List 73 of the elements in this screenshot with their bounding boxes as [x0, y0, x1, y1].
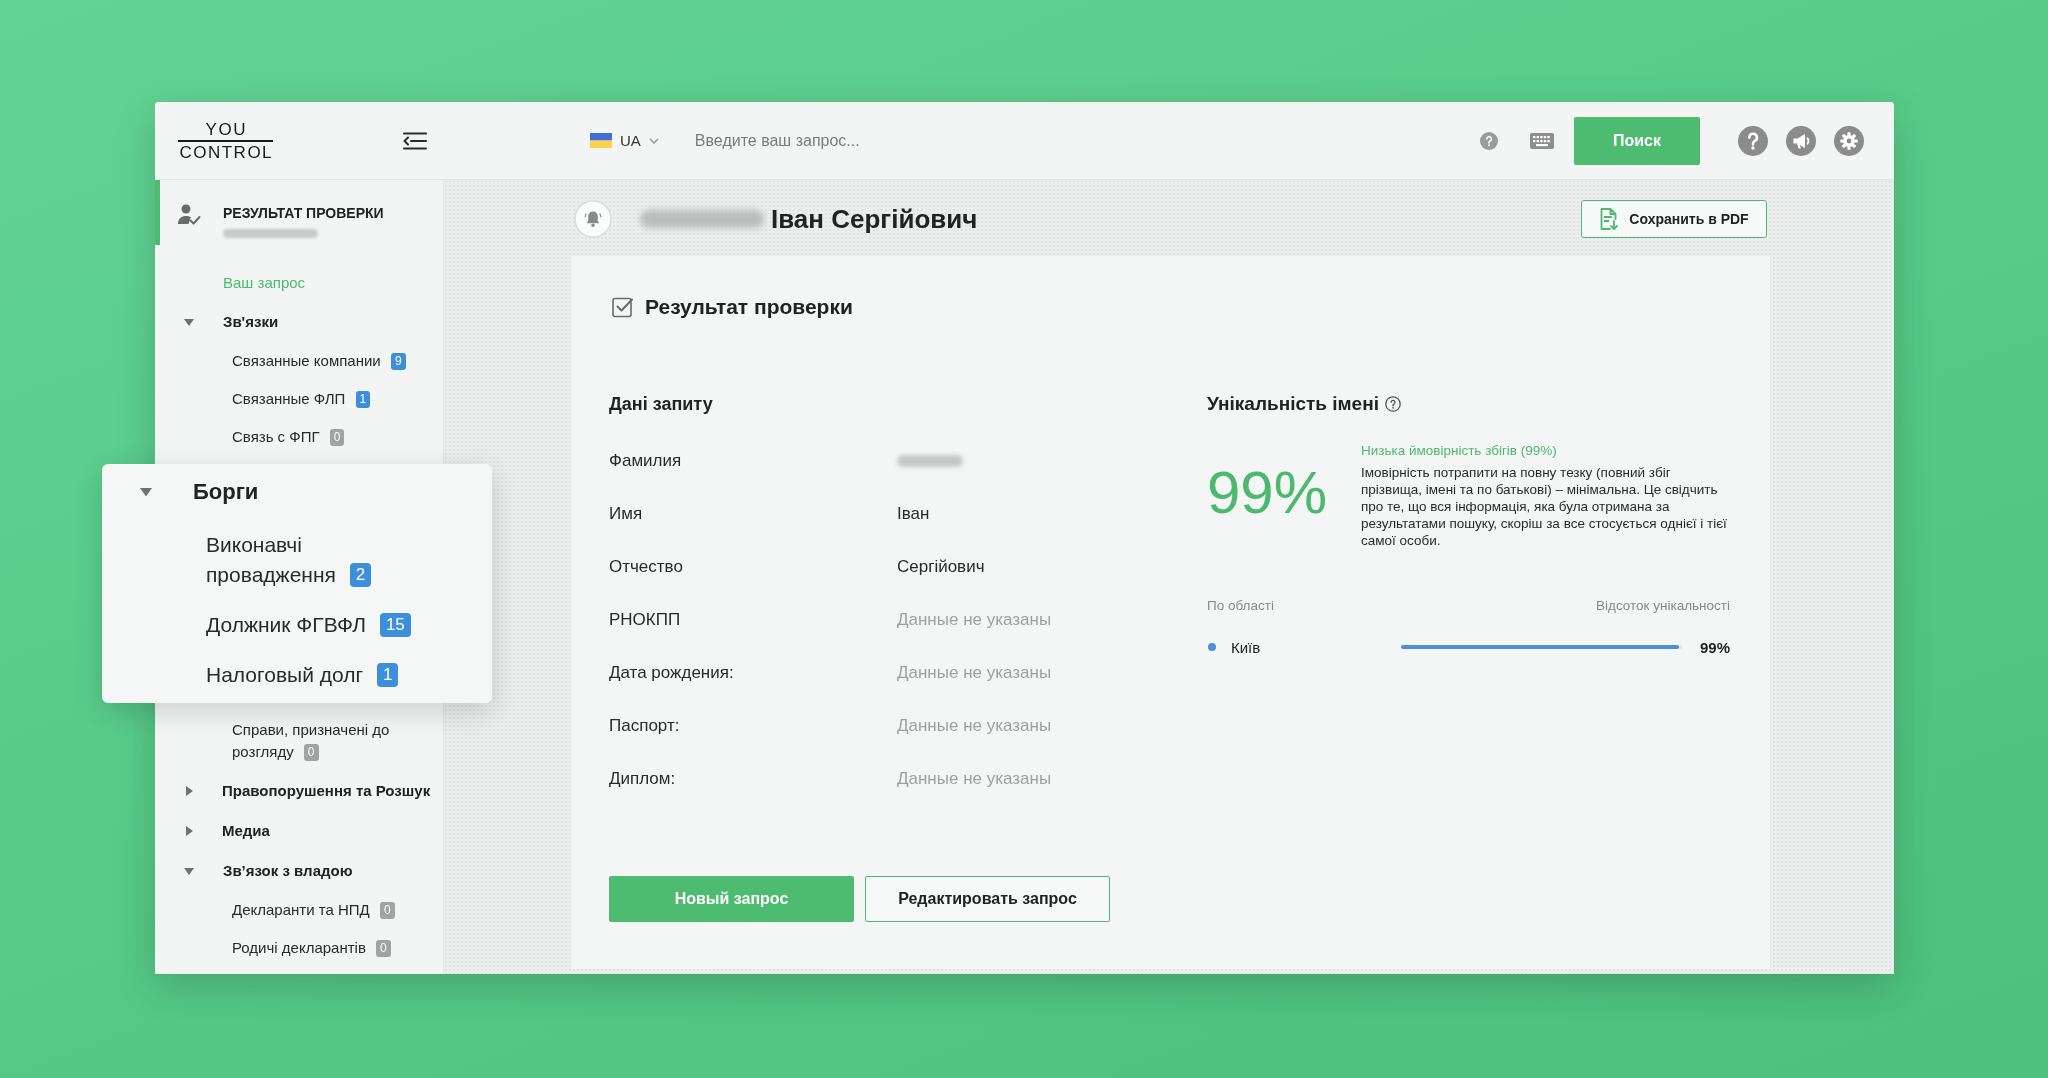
menu-icon[interactable]	[403, 131, 427, 150]
field-label: Дата рождения:	[609, 662, 734, 683]
field-value: Данные не указаны	[897, 715, 1052, 736]
sidebar-item[interactable]: Справи, призначені до розгляду 0	[232, 719, 427, 763]
language-select[interactable]: UA	[590, 132, 659, 149]
save-pdf-button[interactable]: Сохранить в PDF	[1581, 200, 1767, 238]
column-header: По області	[1207, 597, 1274, 615]
region-name: Київ	[1231, 638, 1261, 656]
person-name: Іван Сергійович	[771, 203, 978, 235]
verdict-text: Низька ймовірність збігів (99%)	[1361, 442, 1557, 460]
sidebar-group[interactable]: Правопорушення та Розшук	[222, 781, 431, 801]
checkbox-icon	[612, 296, 634, 318]
bell-icon[interactable]	[574, 200, 612, 238]
dot-icon	[1208, 643, 1216, 651]
sidebar-group[interactable]: Медиа	[222, 821, 270, 841]
sidebar-item[interactable]: Связанные ФЛП 1	[232, 388, 371, 410]
sidebar-item[interactable]: Связь с ФПГ 0	[232, 426, 345, 448]
count-badge: 15	[379, 613, 411, 637]
help-icon[interactable]	[1738, 125, 1768, 156]
field-label: РНОКПП	[609, 609, 681, 630]
field-value: Іван	[897, 503, 930, 524]
section-title: Дані запиту	[609, 394, 713, 414]
field-label: Паспорт:	[609, 715, 680, 736]
help-icon[interactable]	[1384, 396, 1401, 412]
description-text: Імовірність потрапити на повну тезку (повний збіг прізвища, імені та по батькові) – мінімальна. Це свідчить про те, що вся інформація, яка була отримана за результатами пошуку, скоріш за все стосується однієї і тієї самої особи.	[1361, 464, 1728, 549]
document-download-icon	[1599, 207, 1620, 231]
caret-down-icon[interactable]	[140, 487, 152, 497]
caret-down-icon[interactable]	[184, 867, 194, 875]
field-value: Данные не указаны	[897, 609, 1052, 630]
section-title: Унікальність імені	[1207, 393, 1379, 415]
sidebar-item[interactable]: Налоговый долг 1	[206, 660, 399, 690]
count-badge: 1	[376, 663, 399, 687]
person-check-icon	[177, 204, 201, 226]
count-badge: 0	[329, 429, 345, 446]
count-badge: 9	[390, 353, 406, 370]
caret-right-icon[interactable]	[186, 786, 193, 796]
sidebar-item[interactable]: Виконавчі провадження 2	[206, 530, 416, 590]
sidebar-item[interactable]: Декларанти та НПД 0	[232, 899, 395, 921]
field-value: Данные не указаны	[897, 768, 1052, 789]
card-title: Результат проверки	[645, 294, 853, 320]
field-label: Отчество	[609, 556, 683, 577]
logo-text: CONTROL	[177, 139, 274, 160]
count-badge: 0	[376, 940, 391, 957]
field-label: Имя	[609, 503, 643, 524]
field-value: Сергійович	[897, 556, 985, 577]
percent-value: 99%	[1699, 638, 1730, 656]
column-header: Відсоток унікальності	[1596, 597, 1730, 615]
field-value: Данные не указаны	[897, 662, 1052, 683]
sidebar-item[interactable]: Должник ФГВФЛ 15	[206, 610, 411, 640]
sidebar-group[interactable]: Зв'язки	[223, 312, 279, 332]
count-badge: 0	[303, 744, 319, 761]
action-button[interactable]: Редактировать запрос	[865, 876, 1110, 922]
megaphone-icon[interactable]	[1786, 125, 1816, 156]
flag-icon	[590, 133, 612, 148]
field-label: Диплом:	[609, 768, 676, 789]
sidebar-group[interactable]: Зв’язок з владою	[223, 861, 353, 881]
count-badge: 0	[379, 902, 395, 919]
field-label: Фамилия	[609, 450, 682, 471]
count-badge: 2	[349, 563, 372, 587]
sidebar-item[interactable]: Связанные компании 9	[232, 350, 406, 372]
chevron-down-icon	[648, 137, 659, 144]
sidebar-group[interactable]: Борги	[193, 478, 259, 506]
caret-right-icon[interactable]	[186, 826, 193, 836]
keyboard-icon[interactable]	[1530, 132, 1554, 149]
count-badge: 1	[355, 391, 371, 408]
sidebar-item[interactable]: Родичі декларантів 0	[232, 937, 391, 959]
blurred-text	[897, 454, 963, 467]
settings-icon[interactable]	[1834, 125, 1864, 156]
search-field[interactable]: Введите ваш запрос...	[694, 120, 1460, 161]
logo-text: YOU	[204, 121, 247, 140]
caret-down-icon[interactable]	[184, 318, 194, 326]
uniqueness-percent: 99%	[1207, 463, 1328, 523]
section-title: РЕЗУЛЬТАТ ПРОВЕРКИ	[223, 204, 384, 222]
